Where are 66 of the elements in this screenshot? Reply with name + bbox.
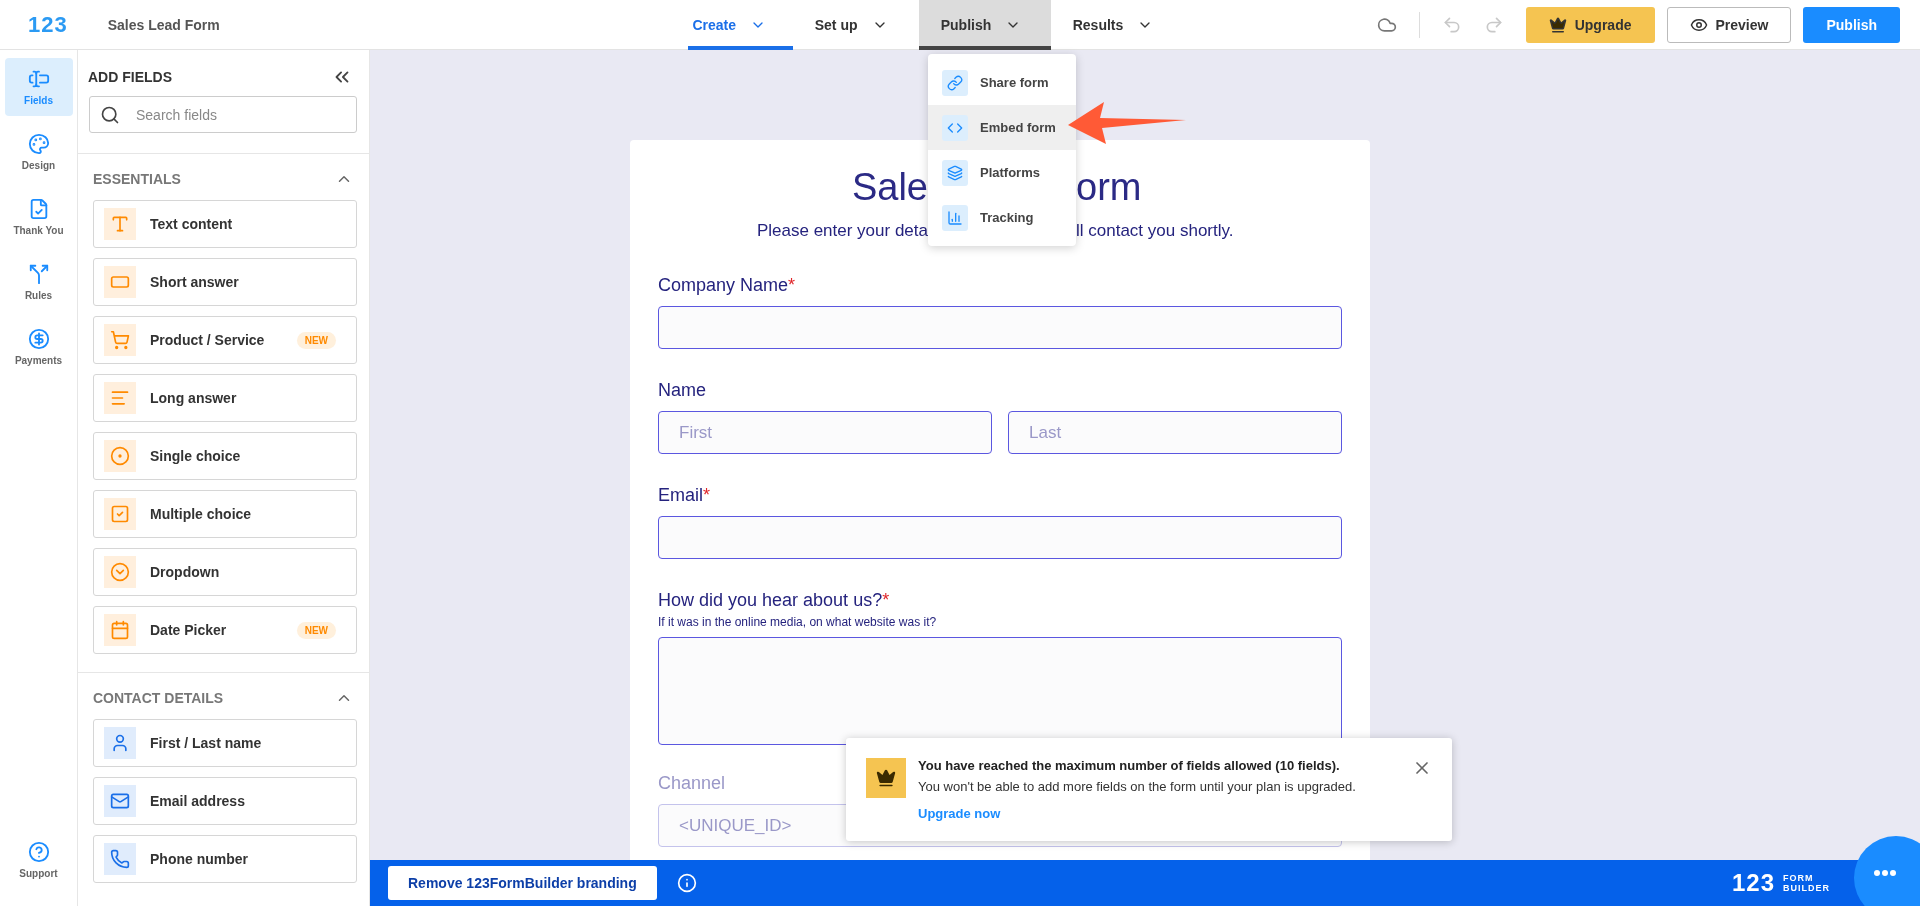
field-hint: If it was in the online media, on what website was it? xyxy=(658,615,938,629)
field-type-item[interactable]: Date Picker NEW xyxy=(93,606,357,654)
menu-item-icon xyxy=(942,69,968,96)
field-type-item[interactable]: Short answer xyxy=(93,258,357,306)
field-label: Email* xyxy=(658,485,711,506)
rail-icon xyxy=(27,328,50,350)
nav-tab[interactable]: Set up xyxy=(792,0,919,50)
field-label: How did you hear about us?* xyxy=(658,590,890,611)
more-icon xyxy=(1874,870,1896,876)
section-title: CONTACT DETAILS xyxy=(93,690,224,706)
field-type-item[interactable]: Phone number xyxy=(93,835,357,883)
field-type-item[interactable]: Email address xyxy=(93,777,357,825)
rail-icon xyxy=(27,68,50,90)
textarea-field[interactable] xyxy=(658,637,1342,745)
notification-title: You have reached the maximum number of fields allowed (10 fields). xyxy=(918,758,1341,773)
form-subtitle: Please enter your deta xyxy=(756,221,928,241)
text-input-field[interactable] xyxy=(658,516,1342,559)
field-type-item[interactable]: Multiple choice xyxy=(93,490,357,538)
menu-item[interactable]: Platforms xyxy=(928,150,1076,195)
form-name: Sales Lead Form xyxy=(107,16,221,33)
nav-tab[interactable]: Publish xyxy=(918,0,1051,50)
field-label: Channel xyxy=(658,773,726,794)
panel-title: ADD FIELDS xyxy=(88,69,172,85)
rail-item[interactable]: Rules xyxy=(4,253,73,311)
field-type-item[interactable]: First / Last name xyxy=(93,719,357,767)
search-field[interactable]: Search fields xyxy=(89,96,357,133)
support-item[interactable]: Support xyxy=(4,831,73,889)
name-input-field[interactable]: First xyxy=(658,411,992,454)
field-type-item[interactable]: Product / Service NEW xyxy=(93,316,357,364)
nav-tab[interactable]: Results xyxy=(1050,0,1176,50)
field-label: Name xyxy=(658,380,706,401)
rail-item[interactable]: Payments xyxy=(4,318,73,376)
rail-item[interactable]: Thank You xyxy=(4,188,73,246)
menu-item[interactable]: Embed form xyxy=(928,105,1076,150)
menu-item[interactable]: Share form xyxy=(928,60,1076,105)
field-type-item[interactable]: Dropdown xyxy=(93,548,357,596)
text-input-field[interactable] xyxy=(658,306,1342,349)
form-title: orm xyxy=(1076,166,1142,209)
remove-branding-button[interactable]: Remove 123FormBuilder branding xyxy=(388,866,657,900)
rail-icon xyxy=(27,263,50,285)
menu-item-icon xyxy=(942,114,968,141)
new-badge: NEW xyxy=(296,621,336,639)
rail-item[interactable]: Design xyxy=(4,123,73,181)
field-type-item[interactable]: Single choice xyxy=(93,432,357,480)
footer-logo-words: FORM BUILDER xyxy=(1783,873,1830,893)
field-label: Company Name* xyxy=(658,275,796,296)
field-type-item[interactable]: Text content xyxy=(93,200,357,248)
section-title: ESSENTIALS xyxy=(93,171,181,187)
info-icon[interactable] xyxy=(676,873,697,893)
rail-icon xyxy=(27,133,50,155)
menu-item-icon xyxy=(942,159,968,186)
search-icon xyxy=(100,104,120,125)
menu-item-icon xyxy=(942,204,968,231)
new-badge: NEW xyxy=(296,331,336,349)
crown-icon xyxy=(866,758,906,798)
menu-item[interactable]: Tracking xyxy=(928,195,1076,240)
form-subtitle: ll contact you shortly. xyxy=(1076,221,1234,241)
name-input-field[interactable]: Last xyxy=(1008,411,1342,454)
crown-icon xyxy=(1548,15,1567,34)
notification-message: You won't be able to add more fields on the form until your plan is upgraded. xyxy=(918,779,1357,794)
help-icon xyxy=(27,841,50,863)
footer-logo: 123 xyxy=(1731,869,1775,897)
preview-button[interactable]: Preview xyxy=(1666,6,1792,43)
upgrade-button[interactable]: Upgrade xyxy=(1525,6,1655,43)
field-type-item[interactable]: Long answer xyxy=(93,374,357,422)
form-title: Sale xyxy=(851,166,928,209)
